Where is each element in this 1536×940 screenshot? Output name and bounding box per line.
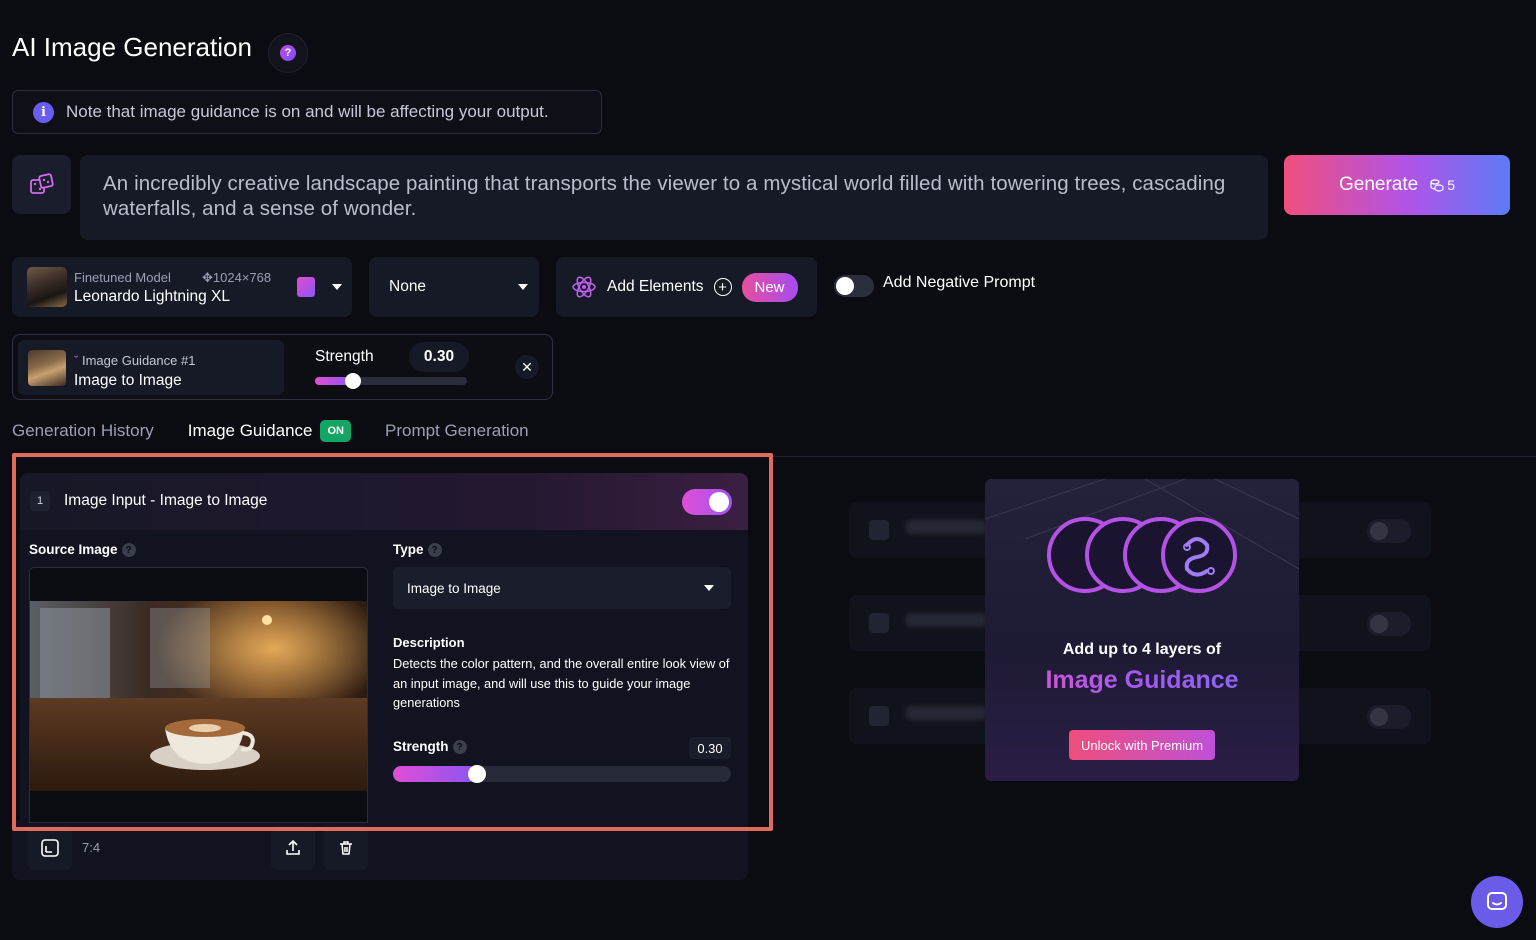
help-button[interactable]: ? bbox=[268, 33, 308, 73]
move-icon: ✥ bbox=[202, 270, 213, 285]
promo-decoration bbox=[985, 479, 1299, 593]
model-thumbnail bbox=[27, 267, 67, 307]
dice-icon bbox=[29, 172, 54, 194]
tab-prompt-generation[interactable]: Prompt Generation bbox=[385, 421, 529, 441]
add-elements-label: Add Elements bbox=[607, 278, 704, 295]
tab-bar: Generation History Image Guidance ON Pro… bbox=[12, 420, 529, 442]
close-icon[interactable]: ✕ bbox=[515, 355, 539, 379]
generate-button[interactable]: Generate 5 bbox=[1284, 155, 1510, 215]
model-subtitle: Finetuned Model bbox=[74, 270, 171, 285]
chat-icon bbox=[1487, 892, 1507, 910]
guidance-note: i Note that image guidance is on and wil… bbox=[12, 90, 602, 134]
prompt-input[interactable]: An incredibly creative landscape paintin… bbox=[80, 155, 1268, 240]
layer-toggle-placeholder bbox=[1367, 519, 1411, 543]
model-details-icon[interactable] bbox=[297, 277, 315, 297]
strength-value: 0.30 bbox=[409, 342, 469, 372]
layer-title-placeholder bbox=[906, 613, 986, 627]
token-cost-value: 5 bbox=[1447, 177, 1456, 193]
atom-icon bbox=[572, 276, 596, 298]
info-icon: i bbox=[33, 101, 54, 123]
random-prompt-button[interactable] bbox=[12, 155, 71, 214]
note-text: Note that image guidance is on and will … bbox=[66, 102, 549, 121]
trash-icon bbox=[340, 841, 352, 855]
new-badge: New bbox=[741, 272, 798, 302]
guidance-layers-icon bbox=[1047, 517, 1237, 593]
add-elements-button[interactable]: Add Elements + New bbox=[556, 257, 817, 317]
guidance-chip-title: ˇ Image Guidance #1 bbox=[74, 353, 195, 368]
layer-title-placeholder bbox=[906, 706, 986, 720]
model-name: Leonardo Lightning XL bbox=[74, 288, 230, 305]
promo-subtitle: Add up to 4 layers of bbox=[1062, 641, 1222, 658]
page-title: AI Image Generation bbox=[12, 32, 252, 62]
focus-highlight bbox=[12, 453, 773, 831]
negative-prompt-label: Add Negative Prompt bbox=[883, 274, 1036, 291]
layer-toggle-placeholder bbox=[1367, 705, 1411, 729]
unlock-premium-button[interactable]: Unlock with Premium bbox=[1069, 730, 1215, 760]
guidance-chip-type: Image to Image bbox=[74, 372, 182, 389]
crop-icon bbox=[41, 839, 59, 857]
toggle-knob bbox=[836, 277, 854, 295]
chevron-down-icon bbox=[518, 284, 528, 290]
image-guidance-chip: ˇ Image Guidance #1 Image to Image Stren… bbox=[12, 334, 553, 400]
tab-image-guidance-label: Image Guidance bbox=[187, 421, 313, 440]
crop-button[interactable] bbox=[28, 826, 72, 870]
upload-icon bbox=[286, 839, 300, 855]
style-select-value: None bbox=[389, 278, 427, 295]
strength-slider[interactable] bbox=[315, 373, 467, 389]
premium-promo: Add up to 4 layers of Image Guidance Unl… bbox=[985, 479, 1299, 781]
model-resolution-value: 1024×768 bbox=[212, 270, 272, 285]
token-stack-icon bbox=[1430, 178, 1444, 192]
model-resolution: ✥1024×768 bbox=[202, 270, 271, 286]
guidance-chip-info[interactable]: ˇ Image Guidance #1 Image to Image bbox=[18, 340, 284, 395]
on-badge: ON bbox=[320, 420, 351, 442]
generate-label: Generate bbox=[1338, 174, 1419, 195]
plus-circle-icon: + bbox=[713, 278, 732, 296]
upload-button[interactable] bbox=[271, 826, 315, 870]
strength-slider-handle[interactable] bbox=[345, 373, 361, 389]
layer-title-placeholder bbox=[906, 520, 986, 534]
layer-toggle-placeholder bbox=[1367, 612, 1411, 636]
aspect-ratio: 7:4 bbox=[82, 840, 101, 855]
layer-number-placeholder bbox=[869, 613, 889, 633]
layer-number-placeholder bbox=[869, 706, 889, 726]
model-selector[interactable]: Finetuned Model ✥1024×768 Leonardo Light… bbox=[12, 257, 352, 317]
tab-image-guidance[interactable]: Image Guidance ON bbox=[188, 420, 351, 442]
chat-launcher-button[interactable] bbox=[1471, 876, 1523, 928]
delete-button[interactable] bbox=[324, 826, 368, 870]
promo-title: Image Guidance bbox=[985, 666, 1299, 695]
guidance-thumbnail bbox=[28, 350, 66, 386]
tab-generation-history[interactable]: Generation History bbox=[12, 421, 154, 441]
token-cost: 5 bbox=[1430, 177, 1455, 193]
chevron-down-icon bbox=[332, 284, 342, 290]
style-select[interactable]: None bbox=[369, 257, 539, 317]
negative-prompt-toggle[interactable] bbox=[834, 275, 874, 297]
guidance-chip-title-text: Image Guidance #1 bbox=[81, 353, 196, 368]
divider bbox=[772, 456, 1536, 457]
strength-label: Strength bbox=[315, 348, 374, 365]
guidance-link-icon: ˇ bbox=[74, 353, 79, 368]
question-icon: ? bbox=[280, 45, 296, 61]
layer-number-placeholder bbox=[869, 520, 889, 540]
